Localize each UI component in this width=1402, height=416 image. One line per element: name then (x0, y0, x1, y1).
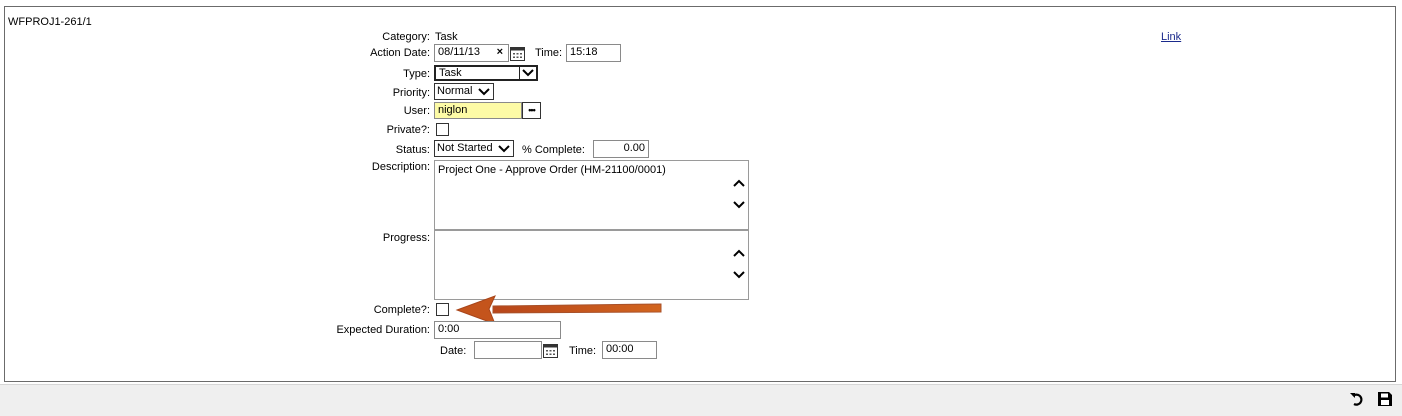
user-field[interactable]: niglon (434, 102, 522, 119)
status-select[interactable]: Not Started (434, 140, 514, 157)
private-checkbox[interactable] (436, 123, 449, 136)
footer-toolbar (0, 384, 1402, 416)
pct-complete-label: % Complete: (522, 144, 585, 156)
time2-field[interactable]: 00:00 (602, 341, 657, 359)
task-form-panel: WFPROJ1-261/1 Link Category: Task Action… (4, 6, 1396, 382)
record-id: WFPROJ1-261/1 (8, 16, 92, 28)
private-label: Private?: (386, 124, 430, 136)
complete-checkbox[interactable] (436, 303, 449, 316)
priority-select[interactable]: Normal (434, 83, 494, 100)
scroll-down-icon[interactable] (732, 269, 746, 281)
save-icon[interactable] (1377, 391, 1393, 407)
status-value: Not Started (437, 142, 493, 154)
type-label: Type: (403, 68, 430, 80)
undo-icon[interactable] (1349, 391, 1365, 407)
link[interactable]: Link (1161, 31, 1181, 43)
description-textarea[interactable]: Project One - Approve Order (HM-21100/00… (434, 160, 749, 230)
calendar-icon[interactable] (510, 46, 525, 61)
progress-label: Progress: (382, 232, 430, 244)
priority-label: Priority: (392, 87, 430, 99)
user-label: User: (403, 105, 430, 117)
status-label: Status: (395, 144, 430, 156)
type-value: Task (439, 67, 462, 79)
action-date-value: 08/11/13 (438, 46, 481, 58)
chevron-down-icon (497, 142, 511, 154)
description-value: Project One - Approve Order (HM-21100/00… (438, 164, 666, 176)
action-date-field[interactable]: 08/11/13 × (434, 44, 509, 62)
chevron-down-icon (477, 85, 491, 97)
scroll-up-icon[interactable] (732, 247, 746, 259)
type-select[interactable]: Task (434, 65, 538, 81)
clear-date-button[interactable]: × (497, 46, 503, 58)
pct-complete-field[interactable]: 0.00 (593, 140, 649, 158)
category-value: Task (435, 31, 458, 43)
calendar-icon[interactable] (543, 343, 558, 358)
description-label: Description: (371, 161, 430, 173)
action-date-label: Action Date: (370, 47, 430, 59)
time-field[interactable]: 15:18 (566, 44, 621, 62)
date-label: Date: (440, 345, 467, 357)
scroll-down-icon[interactable] (732, 199, 746, 211)
expected-duration-label: Expected Duration: (336, 324, 430, 336)
time-label: Time: (535, 47, 563, 59)
expected-duration-field[interactable]: 0:00 (434, 321, 561, 339)
time2-label: Time: (569, 345, 597, 357)
date-field[interactable] (474, 341, 542, 359)
category-label: Category: (382, 31, 430, 43)
priority-value: Normal (437, 85, 473, 97)
chevron-down-icon (519, 67, 536, 79)
complete-label: Complete?: (373, 304, 430, 316)
user-lookup-button[interactable]: ••• (522, 102, 541, 119)
scroll-up-icon[interactable] (732, 177, 746, 189)
progress-textarea[interactable] (434, 230, 749, 300)
